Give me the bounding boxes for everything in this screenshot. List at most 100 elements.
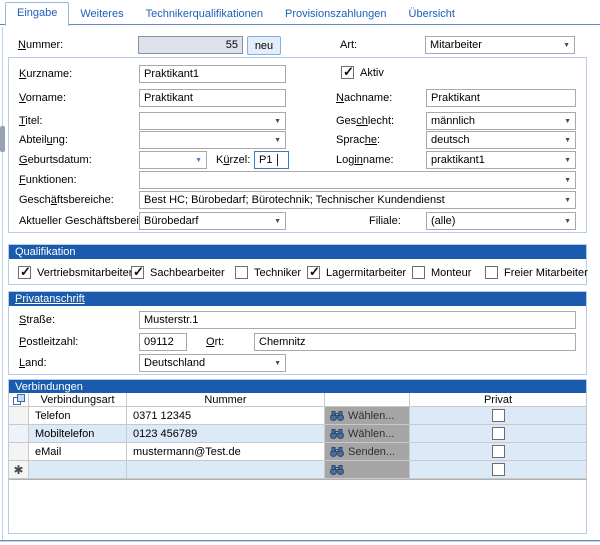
neu-button[interactable]: neu bbox=[247, 36, 281, 55]
splitter-grip[interactable] bbox=[0, 126, 5, 152]
tab-weiteres[interactable]: Weiteres bbox=[69, 4, 134, 25]
titel-select[interactable]: ▼ bbox=[139, 112, 286, 130]
chevron-down-icon: ▼ bbox=[560, 197, 575, 204]
verbindungen-groupbox: Verbindungen Verbindungsart Nummer Priva… bbox=[8, 379, 587, 534]
chevron-down-icon: ▼ bbox=[560, 118, 575, 125]
employee-form-window: Eingabe Weiteres Technikerqualifikatione… bbox=[0, 0, 600, 545]
bottom-divider bbox=[0, 540, 600, 542]
privat-checkbox[interactable] bbox=[492, 463, 505, 476]
chevron-down-icon: ▼ bbox=[191, 157, 206, 164]
datasheet-icon bbox=[13, 394, 25, 406]
geschaeftsbereiche-select[interactable]: Best HC; Bürobedarf; Bürotechnik; Techni… bbox=[139, 191, 576, 209]
new-row-nummer-cell[interactable] bbox=[127, 461, 325, 479]
vertriebsmitarbeiter-checkbox[interactable] bbox=[18, 266, 31, 279]
senden-button[interactable]: Senden... bbox=[325, 443, 410, 461]
verbindungen-header: Verbindungen bbox=[9, 380, 586, 394]
monteur-checkbox[interactable] bbox=[412, 266, 425, 279]
new-row-art-cell[interactable] bbox=[29, 461, 127, 479]
row-selector[interactable] bbox=[9, 443, 29, 461]
strasse-input[interactable]: Musterstr.1 bbox=[139, 311, 576, 329]
kuerzel-label: Kürzel: bbox=[216, 154, 250, 166]
column-header-nummer[interactable]: Nummer bbox=[127, 393, 325, 407]
abteilung-select[interactable]: ▼ bbox=[139, 131, 286, 149]
table-row-telefon[interactable]: Telefon 0371 12345 Wählen... bbox=[9, 407, 587, 425]
kuerzel-input[interactable]: P1 bbox=[254, 151, 289, 169]
vorname-input[interactable]: Praktikant bbox=[139, 89, 286, 107]
art-select[interactable]: Mitarbeiter▼ bbox=[425, 36, 575, 54]
land-select[interactable]: Deutschland▼ bbox=[139, 354, 286, 372]
sachbearbeiter-checkbox[interactable] bbox=[131, 266, 144, 279]
strasse-label: Straße: bbox=[19, 314, 55, 326]
freier-mitarbeiter-checkbox-row: Freier Mitarbeiter bbox=[485, 266, 588, 279]
binoculars-icon bbox=[330, 447, 344, 457]
column-header-verbindungsart[interactable]: Verbindungsart bbox=[29, 393, 127, 407]
kurzname-label: Kurzname: bbox=[19, 68, 72, 80]
nummer-label: Nummer: bbox=[18, 39, 63, 51]
kurzname-input[interactable]: Praktikant1 bbox=[139, 65, 286, 83]
table-row-mobiltelefon[interactable]: Mobiltelefon 0123 456789 Wählen... bbox=[9, 425, 587, 443]
chevron-down-icon: ▼ bbox=[560, 177, 575, 184]
binoculars-icon bbox=[330, 411, 344, 421]
techniker-checkbox-row: Techniker bbox=[235, 266, 301, 279]
nachname-input[interactable]: Praktikant bbox=[426, 89, 576, 107]
column-header-privat[interactable]: Privat bbox=[410, 393, 587, 407]
aktiv-checkbox-row: Aktiv bbox=[341, 66, 384, 79]
monteur-checkbox-row: Monteur bbox=[412, 266, 471, 279]
table-row-email[interactable]: eMail mustermann@Test.de Senden... bbox=[9, 443, 587, 461]
chevron-down-icon: ▼ bbox=[270, 218, 285, 225]
privatanschrift-groupbox: Privatanschrift Straße: Musterstr.1 Post… bbox=[8, 291, 587, 375]
funktionen-select[interactable]: ▼ bbox=[139, 171, 576, 189]
lagermitarbeiter-checkbox-row: Lagermitarbeiter bbox=[307, 266, 406, 279]
abteilung-label: Abteilung: bbox=[19, 134, 68, 146]
titel-label: Titel: bbox=[19, 115, 42, 127]
left-splitter-line bbox=[2, 27, 3, 540]
art-label: Art: bbox=[340, 39, 357, 51]
ort-label: Ort: bbox=[206, 336, 224, 348]
vertriebsmitarbeiter-checkbox-row: Vertriebsmitarbeiter bbox=[18, 266, 132, 279]
vorname-label: Vorname: bbox=[19, 92, 66, 104]
privat-checkbox[interactable] bbox=[492, 445, 505, 458]
sprache-label: Sprache: bbox=[336, 134, 380, 146]
loginname-select[interactable]: praktikant1▼ bbox=[426, 151, 576, 169]
waehlen-button[interactable]: Wählen... bbox=[325, 425, 410, 443]
geburtsdatum-datepicker[interactable]: ▼ bbox=[139, 151, 207, 169]
waehlen-button[interactable]: Wählen... bbox=[325, 407, 410, 425]
tab-provisionszahlungen[interactable]: Provisionszahlungen bbox=[274, 4, 398, 25]
geschlecht-label: Geschlecht: bbox=[336, 115, 394, 127]
postleitzahl-label: Postleitzahl: bbox=[19, 336, 78, 348]
text-caret bbox=[277, 154, 278, 166]
postleitzahl-input[interactable]: 09112 bbox=[139, 333, 187, 351]
tab-technikerqualifikationen[interactable]: Technikerqualifikationen bbox=[135, 4, 274, 25]
aktiv-label: Aktiv bbox=[360, 67, 384, 79]
new-row-icon: ✱ bbox=[13, 464, 23, 476]
privatanschrift-header: Privatanschrift bbox=[9, 292, 586, 306]
verbindungen-table: Verbindungsart Nummer Privat Telefon 037… bbox=[9, 393, 587, 480]
filiale-select[interactable]: (alle)▼ bbox=[426, 212, 576, 230]
tab-eingabe[interactable]: Eingabe bbox=[5, 2, 69, 26]
geschlecht-select[interactable]: männlich▼ bbox=[426, 112, 576, 130]
privat-checkbox[interactable] bbox=[492, 409, 505, 422]
column-header-action bbox=[325, 393, 410, 407]
action-button[interactable] bbox=[325, 461, 410, 479]
geburtsdatum-label: Geburtsdatum: bbox=[19, 154, 92, 166]
loginname-label: Loginname: bbox=[336, 154, 394, 166]
techniker-checkbox[interactable] bbox=[235, 266, 248, 279]
row-selector[interactable] bbox=[9, 407, 29, 425]
ort-input[interactable]: Chemnitz bbox=[254, 333, 576, 351]
tab-uebersicht[interactable]: Übersicht bbox=[398, 4, 466, 25]
privat-checkbox[interactable] bbox=[492, 427, 505, 440]
table-row-new[interactable]: ✱ bbox=[9, 461, 587, 479]
binoculars-icon bbox=[330, 465, 344, 475]
row-selector[interactable] bbox=[9, 425, 29, 443]
chevron-down-icon: ▼ bbox=[270, 118, 285, 125]
lagermitarbeiter-checkbox[interactable] bbox=[307, 266, 320, 279]
aktiv-checkbox[interactable] bbox=[341, 66, 354, 79]
sprache-select[interactable]: deutsch▼ bbox=[426, 131, 576, 149]
land-label: Land: bbox=[19, 357, 47, 369]
binoculars-icon bbox=[330, 429, 344, 439]
aktueller-geschaeftsbereich-select[interactable]: Bürobedarf▼ bbox=[139, 212, 286, 230]
freier-mitarbeiter-checkbox[interactable] bbox=[485, 266, 498, 279]
new-row-selector[interactable]: ✱ bbox=[9, 461, 29, 479]
sachbearbeiter-checkbox-row: Sachbearbeiter bbox=[131, 266, 225, 279]
row-selector-header[interactable] bbox=[9, 393, 29, 407]
